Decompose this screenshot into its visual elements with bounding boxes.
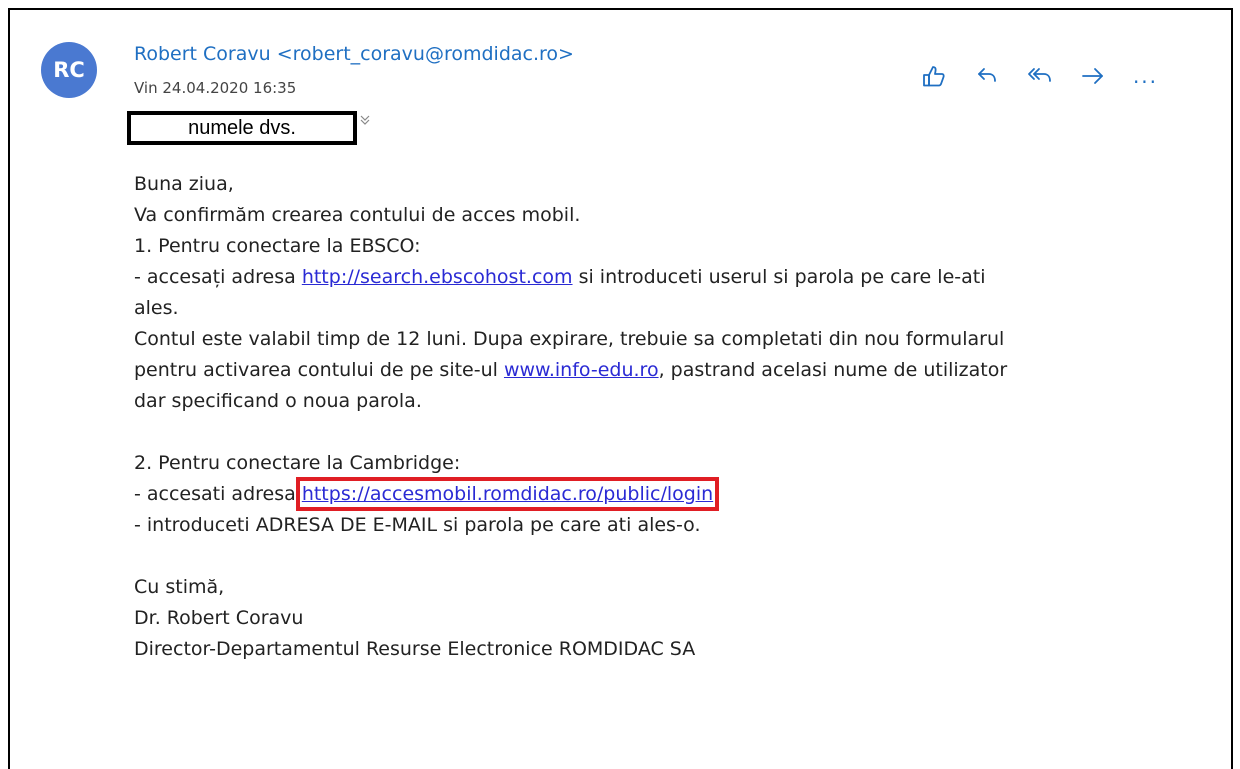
thumbs-up-icon[interactable]	[918, 60, 949, 91]
validity-line-3: dar specificand o noua parola.	[134, 390, 422, 412]
info-edu-link[interactable]: www.info-edu.ro	[504, 359, 659, 381]
ebsco-post: si introduceti userul si parola pe care …	[572, 266, 986, 288]
ebsco-post-2: ales.	[134, 297, 179, 319]
reply-all-icon[interactable]	[1024, 60, 1055, 91]
recipient-redaction: numele dvs.	[127, 111, 357, 145]
more-options-icon[interactable]: ...	[1130, 60, 1161, 91]
forward-icon[interactable]	[1077, 60, 1108, 91]
recipient-placeholder: numele dvs.	[188, 116, 296, 139]
cambridge-login-link[interactable]: https://accesmobil.romdidac.ro/public/lo…	[295, 477, 720, 511]
message-actions: ...	[918, 60, 1161, 91]
ebsco-link[interactable]: http://search.ebscohost.com	[302, 266, 573, 288]
cambridge-pre: - accesati adresa	[134, 483, 302, 505]
message-body: Buna ziua, Va confirmăm crearea contului…	[134, 169, 1214, 665]
chevron-double-down-icon[interactable]	[358, 112, 372, 131]
ebsco-instructions: - accesați adresa http://search.ebscohos…	[134, 262, 1214, 293]
cambridge-instructions: - accesati adresa https://accesmobil.rom…	[134, 477, 1214, 511]
sent-date: Vin 24.04.2020 16:35	[134, 79, 297, 97]
greeting: Buna ziua,	[134, 173, 234, 195]
validity-post: , pastrand acelasi nume de utilizator	[658, 359, 1008, 381]
signature-name: Dr. Robert Coravu	[134, 607, 304, 629]
avatar: RC	[41, 42, 97, 98]
sender-name[interactable]: Robert Coravu <robert_coravu@romdidac.ro…	[134, 43, 574, 65]
signoff: Cu stimă,	[134, 576, 225, 598]
cambridge-heading: 2. Pentru conectare la Cambridge:	[134, 452, 461, 474]
reply-icon[interactable]	[971, 60, 1002, 91]
ebsco-heading: 1. Pentru conectare la EBSCO:	[134, 235, 421, 257]
confirmation-line: Va confirmăm crearea contului de acces m…	[134, 204, 581, 226]
validity-pre: pentru activarea contului de pe site-ul	[134, 359, 504, 381]
validity-line-2: pentru activarea contului de pe site-ul …	[134, 355, 1214, 386]
signature-title: Director-Departamentul Resurse Electroni…	[134, 638, 696, 660]
validity-line-1: Contul este valabil timp de 12 luni. Dup…	[134, 328, 1005, 350]
cambridge-line-2: - introduceti ADRESA DE E-MAIL si parola…	[134, 514, 701, 536]
ebsco-pre: - accesați adresa	[134, 266, 302, 288]
